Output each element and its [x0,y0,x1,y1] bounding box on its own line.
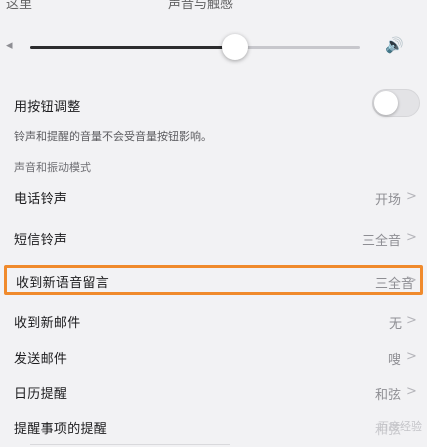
row-value: 嗖 [388,353,402,368]
highlighted-settings-row[interactable]: 收到新语音留言 三全音 > [4,265,423,295]
top-partial-left: 这里 [6,0,33,12]
change-with-buttons-label: 用按钮调整 [14,100,81,115]
chevron-right-icon: > [406,349,417,364]
toggle-knob [374,91,398,115]
row-value: 和弦 [375,388,402,403]
volume-slider[interactable] [30,34,360,60]
row-label: 电话铃声 [14,192,68,207]
watermark: 百度经验 [378,420,422,433]
top-partial-header: 这里 声音与触感 [0,0,427,14]
divider [30,444,230,445]
row-label: 收到新邮件 [14,316,81,331]
row-label: 提醒事项的提醒 [14,422,108,437]
chevron-right-icon: > [406,189,417,204]
volume-slider-knob[interactable] [221,34,248,60]
speaker-low-icon: ◂ [6,38,13,53]
chevron-right-icon: > [406,384,417,399]
row-value: 三全音 [362,234,402,249]
section-header: 声音和振动模式 [14,161,91,174]
row-label: 短信铃声 [14,233,68,248]
volume-slider-row: ◂ 🔊 [0,22,427,72]
change-with-buttons-toggle[interactable] [372,89,420,117]
row-label: 收到新语音留言 [16,276,110,291]
row-value: 无 [389,317,403,332]
chevron-right-icon: > [406,313,417,328]
row-label: 日历提醒 [14,387,68,402]
volume-slider-fill [30,46,235,49]
row-label: 发送邮件 [14,352,68,367]
top-partial-title: 声音与触感 [168,0,234,12]
volume-description: 铃声和提醒的音量不会受音量按钮影响。 [14,130,212,143]
chevron-right-icon: > [406,273,417,288]
chevron-right-icon: > [406,230,417,245]
speaker-high-icon: 🔊 [385,36,404,54]
row-value: 开场 [375,193,402,208]
